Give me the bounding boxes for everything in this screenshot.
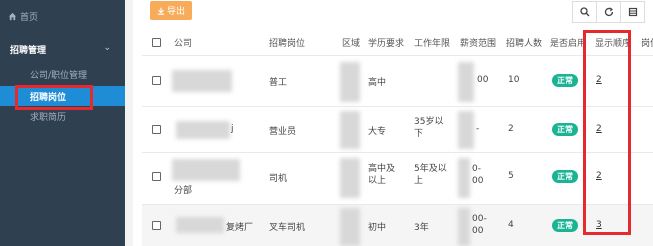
table-toolbar <box>572 1 645 23</box>
col-enabled[interactable]: 是否启用 <box>550 36 586 49</box>
cell-salary: 00 <box>477 75 489 85</box>
data-table: 公司 招聘岗位 区域 学历要求 工作年限 薪资范围 招聘人数 是否启用 显示顺序… <box>142 30 653 246</box>
redacted-region <box>340 158 360 198</box>
cell-years: 35岁以下 <box>414 117 444 139</box>
sidebar-group-label: 招聘管理 <box>10 45 47 56</box>
highlight-box-sidebar <box>15 85 93 110</box>
status-badge: 正常 <box>552 74 578 87</box>
table-row[interactable]: j 营业员 大专 35岁以下 - 2 正常 2 <box>142 107 653 153</box>
col-region[interactable]: 区域 <box>342 36 360 49</box>
cell-count: 10 <box>508 75 520 85</box>
redacted-company <box>172 159 240 181</box>
columns-icon <box>628 7 637 17</box>
cell-company: j <box>231 124 234 134</box>
highlight-box-order-column <box>583 30 631 235</box>
home-icon <box>8 12 17 21</box>
cell-count: 2 <box>508 124 514 134</box>
cell-position: 普工 <box>269 78 288 88</box>
cell-years: 5年及以上 <box>414 164 447 186</box>
redacted-company <box>176 217 224 233</box>
redacted-company <box>172 70 232 92</box>
cell-education: 高中 <box>368 78 387 88</box>
sidebar-item-home[interactable]: 首页 <box>8 10 38 23</box>
row-checkbox[interactable] <box>152 125 161 134</box>
cell-salary: 00-00 <box>472 214 487 236</box>
sidebar: 首页 招聘管理 ⌄ 公司/职位管理 招聘岗位 求职简历 <box>0 0 125 246</box>
sidebar-item-label: 求职简历 <box>30 112 67 123</box>
table-header: 公司 招聘岗位 区域 学历要求 工作年限 薪资范围 招聘人数 是否启用 显示顺序… <box>142 30 653 56</box>
cell-years: 3年 <box>414 223 429 233</box>
table-row[interactable]: 复烤厂 叉车司机 初中 3年 00-00 4 正常 3 <box>142 205 653 246</box>
search-icon <box>579 7 589 17</box>
col-company[interactable]: 公司 <box>174 36 192 49</box>
cell-count: 5 <box>508 171 514 181</box>
table-row[interactable]: 普工 高中 00 10 正常 2 <box>142 56 653 107</box>
redacted-salary <box>458 158 470 198</box>
col-post[interactable]: 岗位 <box>641 36 653 49</box>
cell-education: 高中及以上 <box>368 164 396 186</box>
col-salary[interactable]: 薪资范围 <box>460 36 496 49</box>
sidebar-item-company-position[interactable]: 公司/职位管理 <box>0 64 125 84</box>
status-badge: 正常 <box>552 219 578 232</box>
chevron-down-icon: ⌄ <box>103 43 111 53</box>
table-row[interactable]: 分部 司机 高中及以上 5年及以上 0-00 5 正常 2 <box>142 153 653 205</box>
col-years[interactable]: 工作年限 <box>414 36 450 49</box>
columns-button[interactable] <box>620 1 645 23</box>
col-count[interactable]: 招聘人数 <box>506 36 542 49</box>
redacted-salary <box>458 62 474 102</box>
sidebar-group-recruitment[interactable]: 招聘管理 ⌄ <box>0 38 125 60</box>
cell-company: 分部 <box>174 186 193 196</box>
redacted-salary <box>458 208 470 246</box>
row-checkbox[interactable] <box>152 221 161 230</box>
sidebar-item-home-label: 首页 <box>20 13 39 23</box>
cell-education: 初中 <box>368 223 387 233</box>
export-button-label: 导出 <box>166 7 185 17</box>
cell-position: 司机 <box>269 174 288 184</box>
col-education[interactable]: 学历要求 <box>368 36 404 49</box>
refresh-icon <box>604 7 613 17</box>
cell-position: 叉车司机 <box>269 223 306 233</box>
status-badge: 正常 <box>552 170 578 183</box>
cell-salary: 0-00 <box>472 164 484 186</box>
redacted-region <box>340 111 360 149</box>
cell-education: 大专 <box>368 127 387 137</box>
row-checkbox[interactable] <box>152 76 161 85</box>
status-badge: 正常 <box>552 123 578 136</box>
cell-position: 营业员 <box>269 127 297 137</box>
redacted-region <box>340 62 360 102</box>
select-all-checkbox[interactable] <box>152 38 161 47</box>
cell-salary: - <box>476 124 480 134</box>
col-position[interactable]: 招聘岗位 <box>269 36 305 49</box>
redacted-region <box>340 208 360 246</box>
search-button[interactable] <box>572 1 597 23</box>
cell-count: 4 <box>508 220 514 230</box>
export-button[interactable]: 导出 <box>150 1 192 20</box>
export-icon <box>157 7 165 15</box>
redacted-salary <box>458 111 474 149</box>
refresh-button[interactable] <box>596 1 621 23</box>
cell-company: 复烤厂 <box>226 223 254 233</box>
redacted-company <box>176 121 230 139</box>
row-checkbox[interactable] <box>152 172 161 181</box>
sidebar-item-label: 公司/职位管理 <box>30 70 88 81</box>
